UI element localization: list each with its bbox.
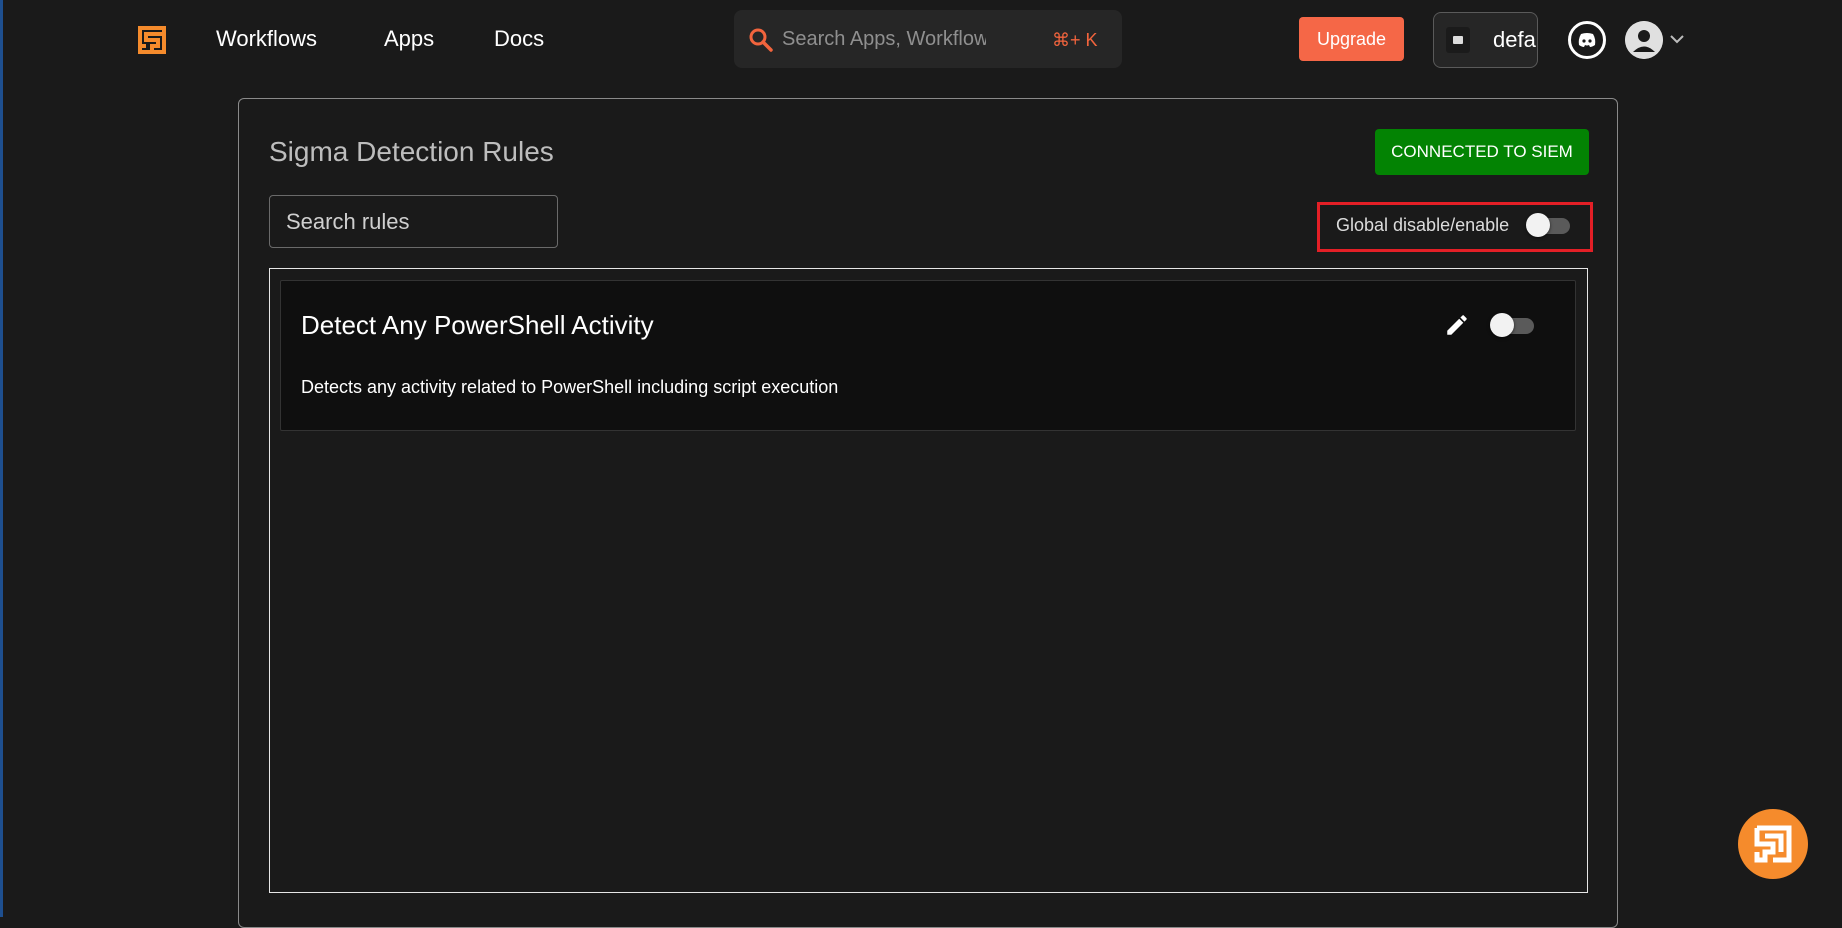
user-avatar-icon bbox=[1625, 21, 1663, 59]
help-chat-button[interactable] bbox=[1738, 809, 1808, 879]
global-toggle-highlight: Global disable/enable bbox=[1317, 202, 1593, 252]
nav-workflows-link[interactable]: Workflows bbox=[216, 26, 317, 52]
rule-enable-toggle[interactable] bbox=[1490, 311, 1538, 339]
global-toggle-label: Global disable/enable bbox=[1336, 215, 1510, 235]
chevron-down-icon[interactable] bbox=[1668, 32, 1686, 46]
rule-description: Detects any activity related to PowerShe… bbox=[301, 377, 839, 397]
nav-apps-link[interactable]: Apps bbox=[384, 26, 434, 52]
org-selector[interactable]: defa bbox=[1433, 12, 1538, 68]
global-search-input[interactable]: Search Apps, Workflows, D bbox=[782, 28, 986, 51]
discord-glyph-icon bbox=[1578, 33, 1596, 47]
account-icon[interactable] bbox=[1625, 21, 1663, 59]
rule-title: Detect Any PowerShell Activity bbox=[301, 310, 654, 340]
edit-pencil-icon[interactable] bbox=[1444, 312, 1470, 338]
connected-to-siem-button[interactable]: CONNECTED TO SIEM bbox=[1375, 129, 1589, 175]
upgrade-button[interactable]: Upgrade bbox=[1299, 17, 1404, 61]
shuffle-logo-icon bbox=[1754, 825, 1792, 863]
search-rules-input[interactable] bbox=[269, 195, 558, 248]
shuffle-logo-icon[interactable] bbox=[138, 26, 166, 54]
search-icon bbox=[749, 28, 773, 52]
search-shortcut-hint: ⌘+ K bbox=[1052, 30, 1098, 50]
org-name: defa bbox=[1493, 27, 1536, 52]
org-image-icon bbox=[1446, 27, 1470, 53]
window-edge bbox=[0, 0, 3, 917]
toggle-thumb bbox=[1490, 313, 1514, 337]
nav-docs-link[interactable]: Docs bbox=[494, 26, 544, 52]
global-enable-toggle[interactable] bbox=[1526, 211, 1574, 239]
top-nav: Workflows Apps Docs Search Apps, Workflo… bbox=[0, 0, 1842, 80]
rule-card bbox=[280, 280, 1576, 431]
toggle-thumb bbox=[1526, 213, 1550, 237]
discord-icon[interactable] bbox=[1568, 21, 1606, 59]
page-title: Sigma Detection Rules bbox=[269, 136, 554, 167]
global-search-bar[interactable]: Search Apps, Workflows, D ⌘+ K bbox=[734, 10, 1122, 68]
